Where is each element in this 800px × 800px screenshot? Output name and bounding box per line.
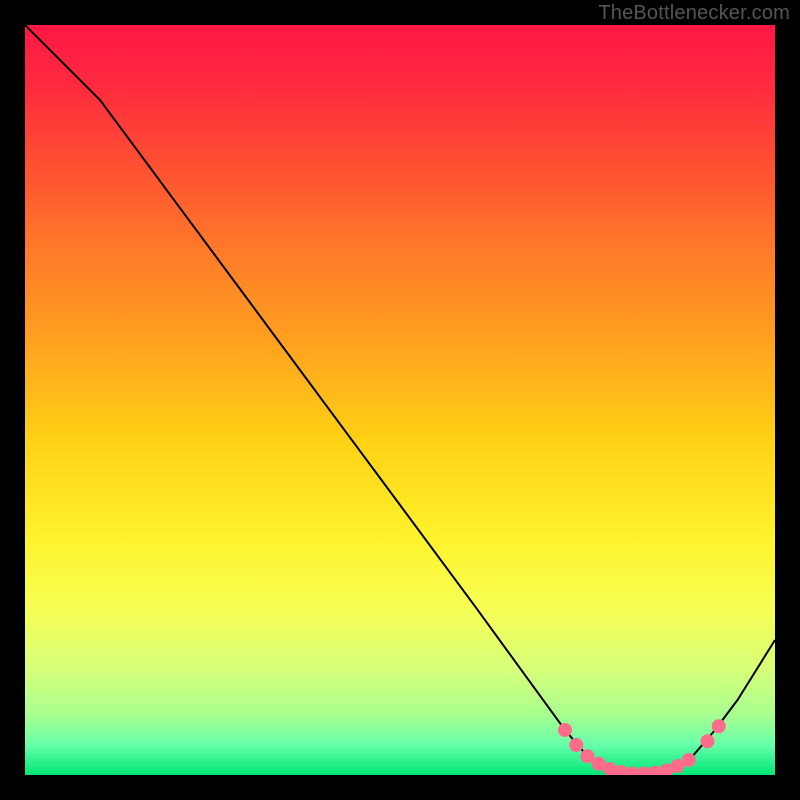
- chart-frame: TheBottlenecker.com: [0, 0, 800, 800]
- bottleneck-chart: [25, 25, 775, 775]
- chart-background: [25, 25, 775, 775]
- curve-marker: [682, 753, 696, 767]
- curve-marker: [712, 719, 726, 733]
- curve-marker: [569, 738, 583, 752]
- watermark-text: TheBottlenecker.com: [598, 2, 790, 25]
- curve-marker: [701, 734, 715, 748]
- curve-marker: [558, 723, 572, 737]
